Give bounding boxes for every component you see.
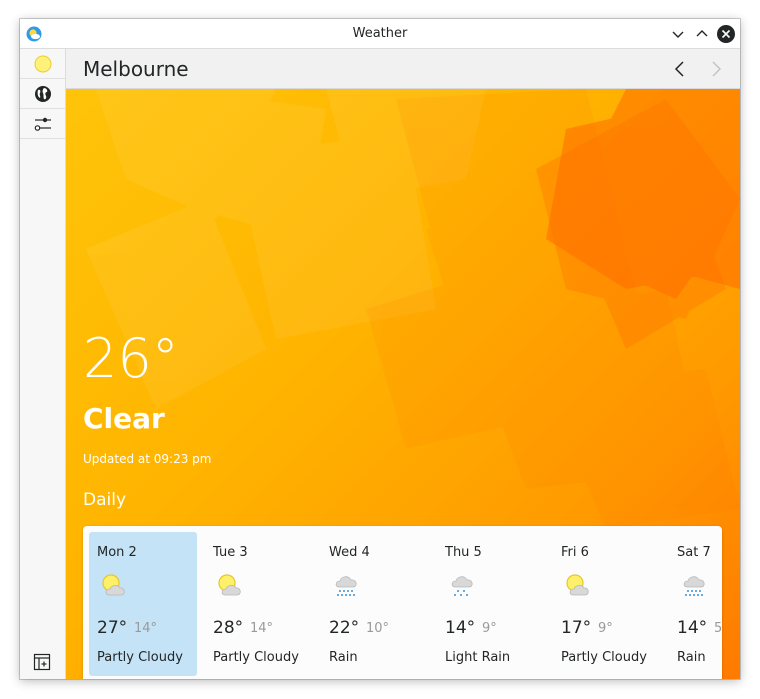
partly-cloudy-icon bbox=[216, 572, 244, 600]
sidebar-item-settings[interactable] bbox=[20, 109, 65, 139]
rain-icon bbox=[332, 572, 360, 600]
sidebar-item-locations[interactable] bbox=[20, 79, 65, 109]
weather-description: Partly Cloudy bbox=[97, 650, 183, 665]
rain-icon bbox=[680, 572, 708, 600]
sidebar-item-forecast[interactable] bbox=[20, 49, 65, 79]
daily-forecast-item[interactable]: Thu 5 14° 9° Light Rain bbox=[437, 532, 545, 676]
daily-heading: Daily bbox=[83, 490, 127, 510]
high-temperature: 28° bbox=[213, 618, 244, 638]
sliders-icon bbox=[34, 117, 51, 131]
page-header: Melbourne bbox=[66, 49, 740, 89]
high-temperature: 14° bbox=[677, 618, 708, 638]
partly-cloudy-icon bbox=[100, 572, 128, 600]
weather-description: Partly Cloudy bbox=[561, 650, 647, 665]
add-panel-icon[interactable] bbox=[33, 653, 51, 671]
day-name: Mon 2 bbox=[97, 545, 137, 560]
title-bar[interactable]: Weather bbox=[20, 19, 740, 49]
current-condition: Clear bbox=[83, 402, 165, 435]
sidebar bbox=[20, 49, 66, 679]
high-temperature: 27° bbox=[97, 618, 128, 638]
daily-forecast-item[interactable]: Tue 3 28° 14° Partly Cloudy bbox=[205, 532, 313, 676]
low-temperature: 9° bbox=[482, 621, 497, 636]
daily-forecast-item[interactable]: Wed 4 22° 10° Rain bbox=[321, 532, 429, 676]
low-temperature: 14° bbox=[134, 621, 158, 636]
weather-hero: 26° Clear Updated at 09:23 pm Daily Mon … bbox=[66, 89, 740, 679]
location-title: Melbourne bbox=[83, 57, 189, 81]
high-temperature: 14° bbox=[445, 618, 476, 638]
low-temperature: 5 bbox=[714, 621, 722, 636]
partly-cloudy-icon bbox=[564, 572, 592, 600]
weather-description: Light Rain bbox=[445, 650, 511, 665]
globe-icon bbox=[34, 85, 51, 102]
day-name: Tue 3 bbox=[213, 545, 248, 560]
low-temperature: 10° bbox=[366, 621, 390, 636]
daily-forecast-list: Mon 2 27° 14° Partly Cloudy Tue 3 28° 14° Partl… bbox=[83, 526, 722, 679]
maximize-icon[interactable] bbox=[692, 24, 712, 44]
light-rain-icon bbox=[448, 572, 476, 600]
current-temperature: 26° bbox=[83, 327, 179, 390]
sun-icon bbox=[34, 55, 51, 72]
weather-description: Partly Cloudy bbox=[213, 650, 299, 665]
window-title: Weather bbox=[352, 26, 408, 41]
high-temperature: 17° bbox=[561, 618, 592, 638]
low-temperature: 14° bbox=[250, 621, 274, 636]
daily-forecast-item[interactable]: Sat 7 14° 5 Rain bbox=[669, 532, 722, 676]
daily-forecast-item[interactable]: Mon 2 27° 14° Partly Cloudy bbox=[89, 532, 197, 676]
close-icon[interactable] bbox=[716, 24, 736, 44]
weather-description: Rain bbox=[329, 650, 358, 665]
updated-time: Updated at 09:23 pm bbox=[83, 452, 212, 466]
chevron-left-icon[interactable] bbox=[670, 59, 690, 79]
chevron-right-icon[interactable] bbox=[706, 59, 726, 79]
high-temperature: 22° bbox=[329, 618, 360, 638]
minimize-icon[interactable] bbox=[668, 24, 688, 44]
day-name: Wed 4 bbox=[329, 545, 370, 560]
low-temperature: 9° bbox=[598, 621, 613, 636]
day-name: Thu 5 bbox=[445, 545, 482, 560]
daily-forecast-item[interactable]: Fri 6 17° 9° Partly Cloudy bbox=[553, 532, 661, 676]
weather-description: Rain bbox=[677, 650, 706, 665]
day-name: Fri 6 bbox=[561, 545, 589, 560]
weather-window: Weather Melbourne 26° Clear Updated at 0… bbox=[20, 19, 740, 679]
day-name: Sat 7 bbox=[677, 545, 711, 560]
